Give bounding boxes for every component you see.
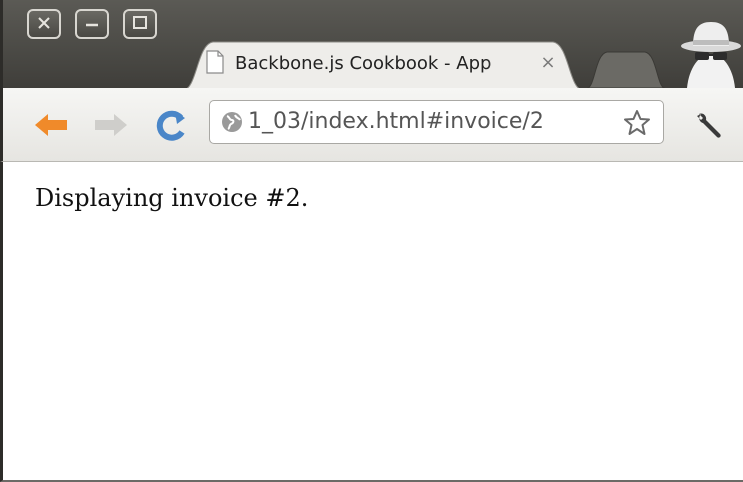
address-bar[interactable]: 1_03/index.html#invoice/2 [209, 100, 664, 144]
window-maximize-button[interactable] [123, 9, 157, 39]
page-content: Displaying invoice #2. [0, 162, 743, 482]
window-close-button[interactable] [27, 9, 61, 39]
close-icon [38, 17, 50, 29]
globe-icon [222, 112, 242, 132]
url-text[interactable]: 1_03/index.html#invoice/2 [248, 107, 618, 137]
maximize-icon [133, 16, 147, 29]
browser-toolbar: 1_03/index.html#invoice/2 [0, 88, 743, 162]
invoice-message: Displaying invoice #2. [35, 184, 309, 212]
title-bar: Backbone.js Cookbook - App × [0, 0, 743, 90]
browser-tab[interactable]: Backbone.js Cookbook - App × [183, 40, 583, 90]
tab-close-icon[interactable]: × [539, 54, 557, 72]
wrench-icon[interactable] [693, 108, 729, 142]
tab-title: Backbone.js Cookbook - App [235, 53, 492, 74]
incognito-icon [681, 22, 741, 88]
browser-window: Backbone.js Cookbook - App × 1_03/index.… [0, 0, 743, 482]
forward-arrow-icon[interactable] [91, 108, 131, 142]
window-minimize-button[interactable] [75, 9, 109, 39]
minimize-icon [86, 23, 98, 27]
back-arrow-icon[interactable] [31, 108, 71, 142]
document-icon [206, 50, 224, 74]
reload-icon[interactable] [151, 108, 191, 142]
new-tab-button[interactable] [581, 48, 671, 88]
star-icon[interactable] [622, 108, 652, 138]
